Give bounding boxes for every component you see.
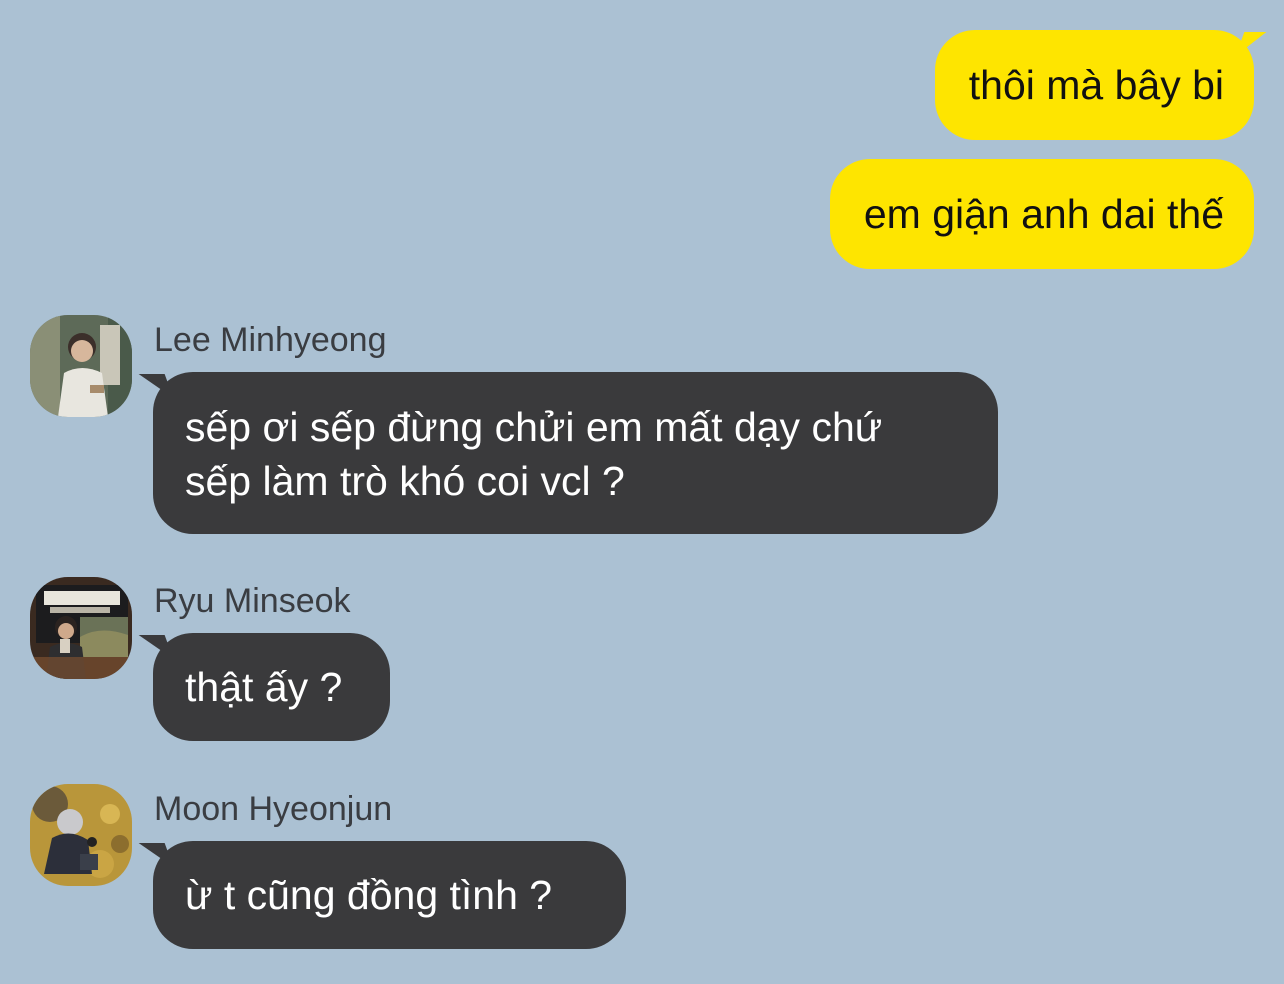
message-text-line: ừ t cũng đồng tình ? [185, 872, 553, 918]
message-text-line: thật ấy ? [185, 664, 343, 710]
avatar[interactable] [30, 784, 132, 886]
message-text: em giận anh dai thế [863, 191, 1224, 237]
bubble-tail [1235, 32, 1267, 56]
avatar-photo [30, 577, 132, 679]
bubble-tail [138, 374, 174, 398]
message-text: thôi mà bây bi [968, 62, 1224, 108]
outgoing-message-bubble[interactable]: thôi mà bây bi [934, 30, 1267, 140]
avatar[interactable] [30, 315, 132, 417]
avatar-photo [30, 784, 132, 886]
avatar-photo [30, 315, 132, 417]
outgoing-message-bubble[interactable]: em giận anh dai thế [829, 159, 1254, 269]
bubble-tail [138, 843, 174, 867]
message-text-line: sếp ơi sếp đừng chửi em mất dạy chứ [185, 404, 883, 450]
incoming-message-bubble[interactable]: sếp ơi sếp đừng chửi em mất dạy chứ sếp … [138, 372, 998, 534]
incoming-message-bubble[interactable]: thật ấy ? [138, 633, 390, 741]
avatar[interactable] [30, 577, 132, 679]
message-text-line: sếp làm trò khó coi vcl ? [185, 458, 625, 504]
bubble-tail [138, 635, 174, 659]
incoming-message-bubble[interactable]: ừ t cũng đồng tình ? [138, 841, 626, 949]
sender-name: Lee Minhyeong [154, 321, 387, 359]
sender-name: Moon Hyeonjun [154, 790, 393, 828]
sender-name: Ryu Minseok [154, 582, 351, 620]
chat-thread: thôi mà bây bi em giận anh dai thế Lee M… [0, 0, 1284, 984]
